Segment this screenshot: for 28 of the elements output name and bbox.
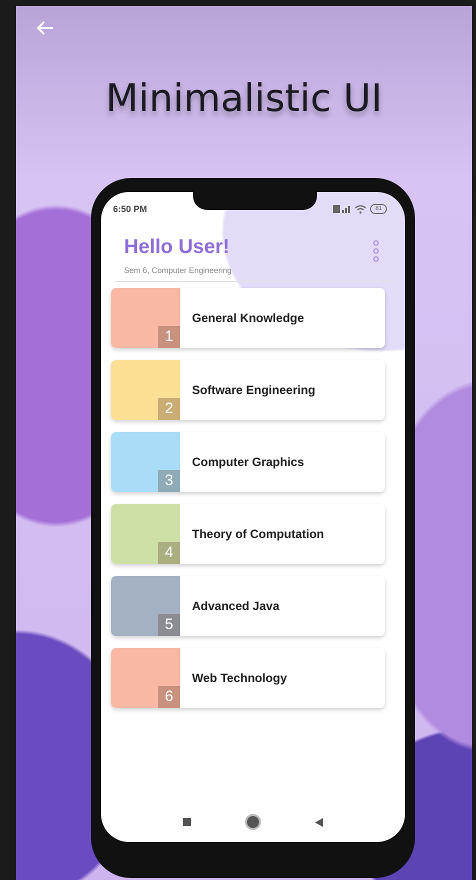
subject-name: Advanced Java (192, 599, 280, 613)
semester-subtitle: Sem 6, Computer Engineering (124, 266, 232, 275)
greeting-heading: Hello User! (124, 236, 231, 259)
subject-number: 5 (158, 614, 180, 636)
subject-number: 6 (158, 686, 180, 708)
promo-title: Minimalistic UI (106, 76, 382, 120)
back-arrow-icon[interactable] (36, 20, 54, 36)
subject-name: Theory of Computation (192, 527, 324, 541)
subject-card[interactable]: 4 Theory of Computation (111, 504, 385, 564)
subject-name: Software Engineering (192, 383, 316, 397)
subject-name: Web Technology (192, 671, 287, 685)
subject-number: 1 (158, 326, 180, 348)
subject-number: 2 (158, 398, 180, 420)
subject-name: Computer Graphics (192, 455, 304, 469)
home-button[interactable] (247, 816, 259, 828)
subject-card[interactable]: 3 Computer Graphics (111, 432, 385, 492)
subject-name: General Knowledge (192, 311, 304, 325)
subject-card[interactable]: 2 Software Engineering (111, 360, 385, 420)
back-triangle-icon[interactable] (315, 818, 323, 826)
signal-icon (333, 205, 352, 213)
status-time: 6:50 PM (113, 204, 148, 214)
subject-card[interactable]: 1 General Knowledge (111, 288, 385, 348)
subject-number: 4 (158, 542, 180, 564)
subject-card[interactable]: 6 Web Technology (111, 648, 385, 708)
more-options-icon[interactable] (373, 240, 379, 262)
subject-card[interactable]: 5 Advanced Java (111, 576, 385, 636)
subject-number: 3 (158, 470, 180, 492)
wifi-icon (355, 204, 366, 214)
